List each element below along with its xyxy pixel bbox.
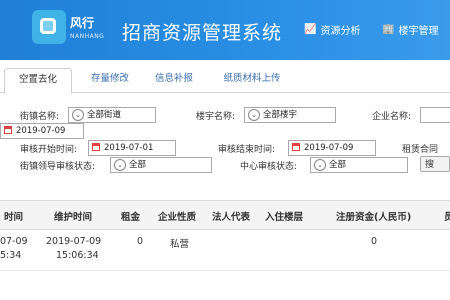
center-status-select[interactable]: ⌄ 全部 <box>310 157 408 173</box>
audit-end-field[interactable]: 2019-07-09 <box>288 140 376 156</box>
tab-vacancy[interactable]: 空置去化 <box>4 68 72 94</box>
audit-start-value: 2019-07-01 <box>104 143 154 153</box>
calendar-icon <box>4 126 12 134</box>
leader-status-select[interactable]: ⌄ 全部 <box>110 157 212 173</box>
chevron-down-icon: ⌄ <box>72 109 84 121</box>
col-legal-rep: 法人代表 <box>212 212 251 223</box>
nav-resource-analysis-label: 资源分析 <box>320 26 361 37</box>
col-maintenance-time: 维护时间 <box>54 212 93 223</box>
brand-name: 风行 <box>70 16 95 30</box>
col-employees: 员 <box>444 212 450 223</box>
building-label: 楼宇名称: <box>196 112 236 122</box>
chevron-down-icon: ⌄ <box>248 109 260 121</box>
row-divider <box>0 270 450 271</box>
building-select-value: 全部楼宇 <box>263 110 298 120</box>
company-input[interactable] <box>420 107 450 123</box>
cell-time-date: 07-09 <box>0 236 28 247</box>
date-field[interactable]: 2019-07-09 <box>0 123 84 139</box>
col-rent: 租金 <box>121 212 141 223</box>
calendar-icon <box>292 143 300 151</box>
cell-maint-clock: 15:06:34 <box>56 250 99 261</box>
col-floor: 入住楼层 <box>265 212 304 223</box>
center-status-label: 中心审核状态: <box>240 162 298 172</box>
audit-start-label: 审核开始时间: <box>20 145 78 155</box>
nav-building-management-label: 楼宇管理 <box>398 26 439 37</box>
system-title: 招商资源管理系统 <box>122 22 283 44</box>
search-button[interactable]: 搜 <box>420 156 450 172</box>
app-header: 风行 NANHANG 招商资源管理系统 📈 资源分析 🏢 楼宇管理 <box>0 0 450 60</box>
nav-building-management[interactable]: 🏢 楼宇管理 <box>382 22 438 37</box>
center-status-value: 全部 <box>329 160 347 170</box>
street-label: 街镇名称: <box>20 112 60 122</box>
nav-resource-analysis[interactable]: 📈 资源分析 <box>304 22 360 37</box>
brand-subtitle: NANHANG <box>70 33 105 40</box>
cell-maint-date: 2019-07-09 <box>46 236 102 247</box>
building-select[interactable]: ⌄ 全部楼宇 <box>244 107 336 123</box>
chevron-down-icon: ⌄ <box>314 159 326 171</box>
company-label: 企业名称: <box>372 112 412 122</box>
tab-paper-upload[interactable]: 纸质材料上传 <box>214 68 290 92</box>
col-time: 时间 <box>4 212 24 223</box>
tab-info-supplement[interactable]: 信息补报 <box>146 68 202 92</box>
col-company-nature: 企业性质 <box>158 212 197 223</box>
col-registered-capital: 注册资金(人民币) <box>336 212 412 223</box>
street-select-value: 全部街道 <box>87 110 122 120</box>
leader-status-label: 街镇领导审核状态: <box>20 162 96 172</box>
leader-status-value: 全部 <box>129 160 147 170</box>
calendar-icon <box>92 143 100 151</box>
cell-capital: 0 <box>371 236 378 247</box>
cell-time-clock: 5:34 <box>0 250 22 261</box>
chart-icon: 📈 <box>304 24 317 35</box>
logo-icon <box>32 10 66 44</box>
street-select[interactable]: ⌄ 全部街道 <box>68 107 156 123</box>
chevron-down-icon: ⌄ <box>114 159 126 171</box>
tab-bar: 空置去化 存量修改 信息补报 纸质材料上传 <box>0 62 450 94</box>
audit-end-label: 审核结束时间: <box>218 145 276 155</box>
audit-start-field[interactable]: 2019-07-01 <box>88 140 176 156</box>
table-header: 时间 维护时间 租金 企业性质 法人代表 入住楼层 注册资金(人民币) 员 <box>0 200 450 230</box>
lease-contract-label: 租赁合同 <box>402 145 439 155</box>
date-field-value: 2019-07-09 <box>16 126 66 136</box>
cell-rent: 0 <box>137 236 144 247</box>
building-icon: 🏢 <box>382 24 395 35</box>
cell-nature: 私营 <box>170 239 190 250</box>
audit-end-value: 2019-07-09 <box>304 143 354 153</box>
tab-stock-edit[interactable]: 存量修改 <box>82 68 138 92</box>
search-button-label: 搜 <box>425 160 435 170</box>
